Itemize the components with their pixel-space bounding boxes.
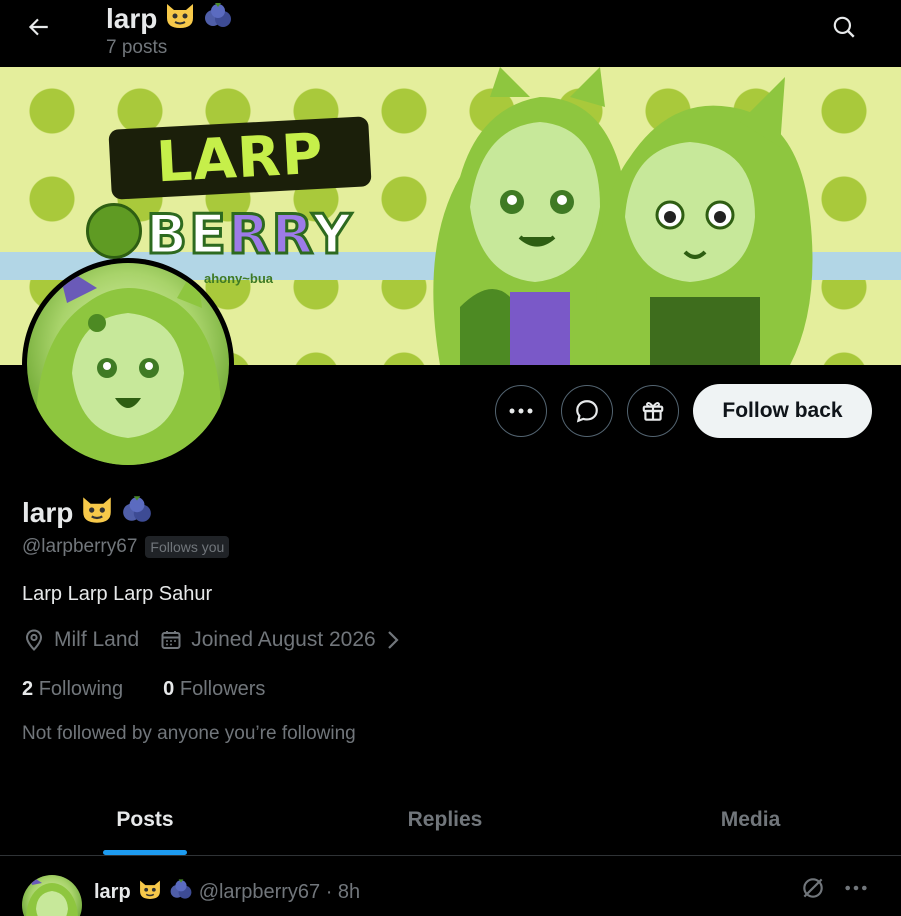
location: Milf Land [22, 628, 139, 652]
tab-label: Media [720, 807, 781, 831]
handle-row: @larpberry67 Follows you [22, 536, 230, 558]
gift-icon [642, 402, 664, 421]
join-date-text: Joined August 2026 [191, 628, 376, 651]
more-icon[interactable] [844, 884, 868, 892]
back-button[interactable] [16, 8, 60, 46]
handle: @larpberry67 [22, 536, 138, 557]
follow-back-button[interactable]: Follow back [693, 384, 872, 438]
gift-button[interactable] [627, 385, 679, 437]
followers-label: Followers [179, 678, 266, 700]
banner-character-right [596, 77, 813, 365]
strawberry-icon [86, 203, 142, 259]
post-avatar-character [26, 875, 78, 916]
back-arrow-icon [28, 18, 48, 36]
calendar-icon [161, 631, 181, 649]
bio: Larp Larp Larp Sahur [22, 583, 213, 605]
post-count: 7 posts [106, 37, 168, 58]
post-avatar[interactable] [22, 875, 82, 916]
post-header: larp @larpberry67 · 8h [94, 877, 360, 907]
following-label: Following [38, 678, 124, 700]
chevron-right-icon [387, 631, 399, 649]
followers-link[interactable]: 0 Followers [163, 678, 265, 701]
profile-avatar[interactable] [22, 258, 234, 470]
tab-label: Replies [407, 807, 483, 831]
following-link[interactable]: 2 Following [22, 678, 123, 701]
display-name: larp [22, 493, 153, 532]
search-button[interactable] [822, 7, 866, 47]
avatar-image [27, 263, 229, 465]
following-count: 2 [22, 678, 34, 700]
cat-emoji-icon [137, 877, 163, 907]
blueberries-emoji-icon [169, 877, 193, 907]
not-followed-note: Not followed by anyone you’re following [22, 723, 356, 744]
location-icon [25, 629, 43, 651]
display-name-text: larp [22, 496, 74, 528]
message-icon [576, 400, 598, 423]
header-title: larp [106, 0, 233, 37]
tab-label: Posts [116, 807, 174, 831]
banner-logo-larp: LARP [108, 116, 372, 200]
cat-emoji-icon [79, 493, 115, 532]
avatar-character [35, 263, 222, 465]
message-button[interactable] [561, 385, 613, 437]
blueberries-emoji-icon [121, 493, 153, 532]
search-icon [833, 16, 855, 38]
post-author-name[interactable]: larp [94, 881, 131, 904]
followers-count: 0 [163, 678, 175, 700]
join-date[interactable]: Joined August 2026 [159, 628, 402, 652]
top-bar: larp 7 posts [0, 0, 901, 67]
post-actions [800, 875, 868, 901]
grok-icon[interactable] [800, 875, 826, 901]
follow-stats: 2 Following 0 Followers [22, 678, 305, 701]
banner-logo-sub: ahony~bua [204, 271, 273, 286]
tab-replies[interactable]: Replies [290, 784, 600, 855]
tab-media[interactable]: Media [600, 784, 901, 855]
active-tab-indicator [103, 850, 187, 855]
blueberries-emoji-icon [203, 0, 233, 37]
cat-emoji-icon [163, 0, 197, 37]
banner-logo-berry: BERRY [144, 202, 354, 268]
more-button[interactable] [495, 385, 547, 437]
profile-meta: Milf Land Joined August 2026 [22, 628, 422, 652]
tab-posts[interactable]: Posts [0, 784, 290, 855]
profile-tabs: Posts Replies Media [0, 784, 901, 856]
location-text: Milf Land [54, 628, 140, 651]
more-icon [509, 408, 533, 414]
follows-you-badge: Follows you [145, 536, 230, 558]
post-item[interactable]: larp @larpberry67 · 8h [0, 857, 901, 916]
header-title-text: larp [106, 2, 158, 34]
post-handle-time: @larpberry67 · 8h [198, 880, 361, 903]
